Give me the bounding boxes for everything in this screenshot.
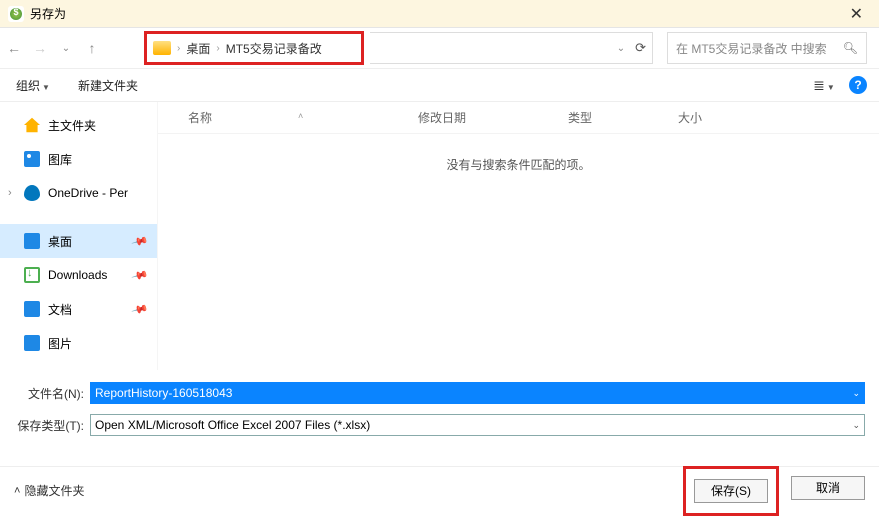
pin-icon: 📌 xyxy=(131,300,149,318)
forward-button[interactable]: → xyxy=(30,40,50,56)
app-icon xyxy=(8,6,24,22)
chevron-right-icon: › xyxy=(216,43,219,54)
home-icon xyxy=(24,117,40,133)
pin-icon: 📌 xyxy=(131,232,149,250)
up-button[interactable]: ↑ xyxy=(82,40,102,56)
cloud-icon xyxy=(24,185,40,201)
sidebar-item-gallery[interactable]: 图库 xyxy=(0,142,157,176)
col-type[interactable]: 类型 xyxy=(568,109,678,126)
sidebar-item-label: OneDrive - Per xyxy=(48,186,128,200)
empty-message: 没有与搜索条件匹配的项。 xyxy=(446,156,590,370)
refresh-icon[interactable]: ⟳ xyxy=(635,40,646,56)
sidebar-item-onedrive[interactable]: OneDrive - Per xyxy=(0,176,157,210)
sidebar-item-pictures[interactable]: 图片 xyxy=(0,326,157,360)
sidebar-item-downloads[interactable]: Downloads 📌 xyxy=(0,258,157,292)
document-icon xyxy=(24,301,40,317)
pin-icon: 📌 xyxy=(131,266,149,284)
filename-input[interactable]: ReportHistory-160518043 ⌄ xyxy=(90,382,865,404)
col-name[interactable]: 名称 xyxy=(188,111,212,125)
view-options-button[interactable]: ≣▼ xyxy=(813,77,835,94)
filetype-label: 保存类型(T): xyxy=(14,417,90,434)
filetype-value: Open XML/Microsoft Office Excel 2007 Fil… xyxy=(95,418,370,432)
back-button[interactable]: ← xyxy=(4,40,24,56)
sidebar-item-documents[interactable]: 文档 📌 xyxy=(0,292,157,326)
chevron-down-icon[interactable]: ⌄ xyxy=(852,420,860,431)
chevron-up-icon: ˄ xyxy=(14,485,20,497)
sidebar-item-label: 图库 xyxy=(48,151,72,168)
window-title: 另存为 xyxy=(30,5,66,22)
gallery-icon xyxy=(24,151,40,167)
filename-label: 文件名(N): xyxy=(14,385,90,402)
search-input[interactable]: 在 MT5交易记录备改 中搜索 🔍︎ xyxy=(667,32,867,64)
cancel-button[interactable]: 取消 xyxy=(791,476,865,500)
folder-icon xyxy=(153,41,171,55)
chevron-down-icon[interactable]: ⌄ xyxy=(852,388,860,399)
close-icon[interactable]: ✕ xyxy=(842,4,871,24)
download-icon xyxy=(24,267,40,283)
crumb-desktop[interactable]: 桌面 xyxy=(186,40,210,57)
search-icon: 🔍︎ xyxy=(843,41,858,55)
crumb-folder[interactable]: MT5交易记录备改 xyxy=(226,40,322,57)
sidebar-item-label: Downloads xyxy=(48,268,107,282)
recent-button[interactable]: ⌄ xyxy=(56,43,76,54)
organize-button[interactable]: 组织▼ xyxy=(12,75,54,96)
hide-folders-label: 隐藏文件夹 xyxy=(24,482,84,499)
desktop-icon xyxy=(24,233,40,249)
help-icon[interactable]: ? xyxy=(849,76,867,94)
chevron-down-icon[interactable]: ⌄ xyxy=(617,43,625,54)
hide-folders-toggle[interactable]: ˄ 隐藏文件夹 xyxy=(14,482,84,499)
sidebar-item-label: 文档 xyxy=(48,301,72,318)
picture-icon xyxy=(24,335,40,351)
save-button[interactable]: 保存(S) xyxy=(694,479,768,503)
new-folder-button[interactable]: 新建文件夹 xyxy=(74,75,142,96)
address-bar-rest[interactable]: ⌄ ⟳ xyxy=(370,32,653,64)
sidebar-item-home[interactable]: 主文件夹 xyxy=(0,108,157,142)
col-modified[interactable]: 修改日期 xyxy=(418,109,568,126)
sort-indicator-icon: ˄ xyxy=(298,111,303,121)
sidebar-item-desktop[interactable]: 桌面 📌 xyxy=(0,224,157,258)
search-placeholder: 在 MT5交易记录备改 中搜索 xyxy=(676,40,843,57)
chevron-right-icon: › xyxy=(177,43,180,54)
breadcrumb[interactable]: › 桌面 › MT5交易记录备改 xyxy=(144,31,364,65)
sidebar-item-label: 桌面 xyxy=(48,233,72,250)
filename-value: ReportHistory-160518043 xyxy=(95,386,232,400)
sidebar-item-label: 图片 xyxy=(48,335,72,352)
filetype-select[interactable]: Open XML/Microsoft Office Excel 2007 Fil… xyxy=(90,414,865,436)
column-headers[interactable]: 名称 ˄ 修改日期 类型 大小 xyxy=(158,102,879,134)
col-size[interactable]: 大小 xyxy=(678,109,758,126)
sidebar: 主文件夹 图库 OneDrive - Per 桌面 📌 Downloads 📌 … xyxy=(0,102,158,370)
sidebar-item-label: 主文件夹 xyxy=(48,117,96,134)
